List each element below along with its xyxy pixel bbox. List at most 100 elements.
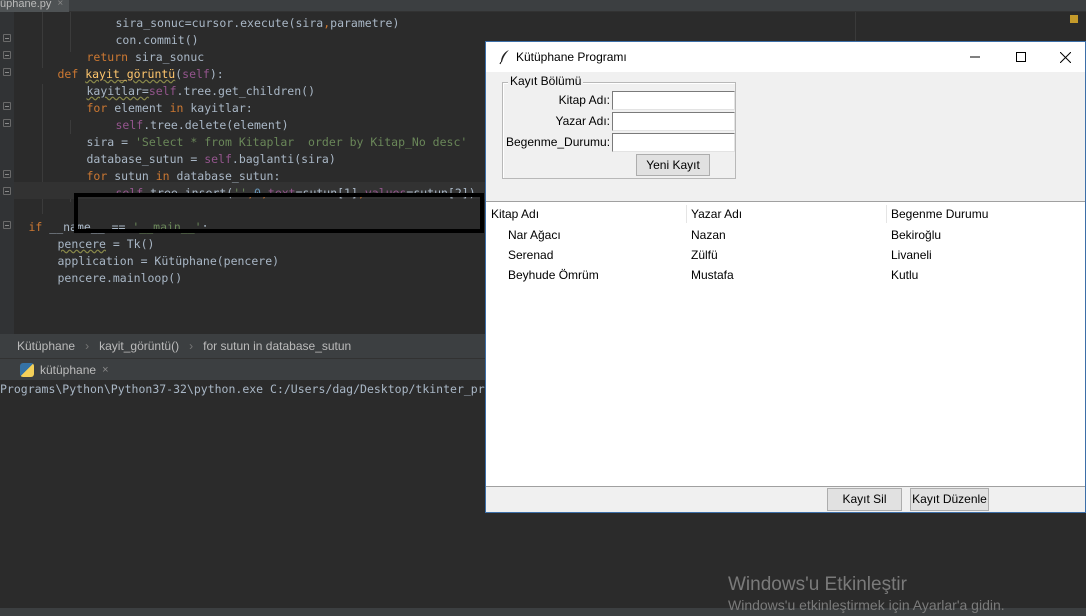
code-token: kayitlar= bbox=[86, 84, 149, 98]
table-row[interactable]: Nar Ağacı Nazan Bekiroğlu bbox=[486, 225, 1085, 245]
table-cell: Livaneli bbox=[891, 248, 932, 262]
kayit-bolumu-legend: Kayıt Bölümü bbox=[508, 74, 584, 88]
code-token: in bbox=[169, 101, 191, 115]
fold-icon[interactable] bbox=[3, 102, 11, 110]
code-line: application = Kütüphane(pencere) bbox=[58, 253, 280, 270]
table-cell: Zülfü bbox=[691, 248, 718, 262]
code-line: pencere.mainloop() bbox=[58, 270, 183, 287]
breadcrumb-item[interactable]: kayit_görüntü() bbox=[99, 334, 179, 358]
warning-marker-icon[interactable] bbox=[1070, 15, 1078, 23]
code-token: pencere bbox=[57, 237, 106, 251]
watermark-title: Windows'u Etkinleştir bbox=[728, 574, 907, 595]
fold-icon[interactable] bbox=[3, 119, 11, 127]
code-line: kayitlar=self.tree.get_children() bbox=[87, 83, 316, 100]
code-token: application = Kütüphane(pencere) bbox=[57, 254, 280, 268]
indent-guide bbox=[42, 12, 43, 68]
annotation-box bbox=[74, 193, 484, 233]
close-button[interactable] bbox=[1042, 42, 1086, 72]
table-cell: Nazan bbox=[691, 228, 726, 242]
fold-icon[interactable] bbox=[3, 68, 11, 76]
code-token: kayit_görüntü bbox=[85, 67, 176, 81]
breadcrumb-separator: › bbox=[85, 339, 90, 353]
yazar-adi-input[interactable] bbox=[612, 112, 735, 131]
table-cell: Nar Ağacı bbox=[508, 228, 561, 242]
feather-icon bbox=[499, 50, 509, 65]
code-token: if bbox=[28, 220, 50, 234]
indent-guide bbox=[70, 12, 71, 52]
column-header-begenme-durumu[interactable]: Begenme Durumu bbox=[886, 202, 1085, 226]
begenme-durumu-label: Begenme_Durumu: bbox=[506, 135, 611, 149]
table-cell: Bekiroğlu bbox=[891, 228, 942, 242]
fold-icon[interactable] bbox=[3, 187, 11, 195]
run-tab-kutuphane[interactable]: kütüphane × bbox=[12, 359, 117, 381]
kayit-duzenle-button[interactable]: Kayıt Düzenle bbox=[910, 488, 989, 511]
editor-tab-bar: üphane.py × bbox=[0, 0, 1086, 12]
code-token: .baglanti(sira) bbox=[231, 152, 336, 166]
code-line: sira_sonuc=cursor.execute(sira,parametre… bbox=[116, 15, 400, 32]
table-row[interactable]: Serenad Zülfü Livaneli bbox=[486, 245, 1085, 265]
code-token: ): bbox=[209, 67, 224, 81]
code-token: database_sutun: bbox=[176, 169, 281, 183]
minimize-button[interactable] bbox=[952, 42, 998, 72]
code-token: = Tk() bbox=[105, 237, 155, 251]
kayit-sil-button[interactable]: Kayıt Sil bbox=[827, 488, 902, 511]
console-output-line: Programs\Python\Python37-32\python.exe C… bbox=[0, 382, 485, 396]
code-token: in bbox=[155, 169, 177, 183]
code-line: for element in kayitlar: bbox=[87, 100, 253, 117]
kitap-treeview[interactable]: Kitap Adı Yazar Adı Begenme Durumu Nar A… bbox=[486, 201, 1085, 487]
table-row[interactable]: Beyhude Ömrüm Mustafa Kutlu bbox=[486, 265, 1085, 285]
breadcrumb-item[interactable]: for sutun in database_sutun bbox=[203, 334, 351, 358]
editor-tab-kutuphane-py[interactable]: üphane.py × bbox=[0, 0, 70, 12]
breadcrumb-separator: › bbox=[189, 339, 194, 353]
fold-icon[interactable] bbox=[3, 221, 11, 229]
begenme-durumu-input[interactable] bbox=[612, 133, 735, 152]
close-icon bbox=[1059, 51, 1071, 63]
window-titlebar[interactable]: Kütüphane Programı bbox=[486, 42, 1085, 72]
close-icon[interactable]: × bbox=[57, 0, 63, 9]
code-token: sira = bbox=[86, 135, 135, 149]
window-title: Kütüphane Programı bbox=[516, 50, 627, 64]
kitap-adi-input[interactable] bbox=[612, 91, 735, 110]
code-token: sira_sonuc=cursor.execute(sira bbox=[115, 16, 324, 30]
table-cell: Kutlu bbox=[891, 268, 919, 282]
code-token: sutun bbox=[114, 169, 156, 183]
code-line: for sutun in database_sutun: bbox=[87, 168, 281, 185]
minimize-icon bbox=[970, 56, 980, 58]
editor-gutter bbox=[0, 12, 14, 334]
code-token: sira_sonuc bbox=[134, 50, 205, 64]
maximize-icon bbox=[1016, 52, 1026, 62]
code-line: database_sutun = self.baglanti(sira) bbox=[87, 151, 336, 168]
breadcrumb-item[interactable]: Kütüphane bbox=[17, 334, 75, 358]
fold-icon[interactable] bbox=[3, 51, 11, 59]
column-header-kitap-adi[interactable]: Kitap Adı bbox=[486, 202, 686, 226]
fold-icon[interactable] bbox=[3, 34, 11, 42]
code-token: .tree.get_children() bbox=[176, 84, 315, 98]
treeview-header: Kitap Adı Yazar Adı Begenme Durumu bbox=[486, 202, 1085, 226]
indent-guide bbox=[70, 120, 71, 134]
code-token: con.commit() bbox=[115, 33, 199, 47]
code-line: con.commit() bbox=[116, 32, 199, 49]
close-icon[interactable]: × bbox=[102, 359, 108, 381]
editor-tab-label: üphane.py bbox=[0, 0, 52, 10]
fold-icon[interactable] bbox=[3, 170, 11, 178]
table-cell: Mustafa bbox=[691, 268, 734, 282]
kitap-adi-label: Kitap Adı: bbox=[558, 93, 610, 107]
code-token: self bbox=[148, 84, 177, 98]
table-cell: Beyhude Ömrüm bbox=[508, 268, 599, 282]
maximize-button[interactable] bbox=[998, 42, 1044, 72]
code-line: self.tree.delete(element) bbox=[116, 117, 289, 134]
yazar-adi-label: Yazar Adı: bbox=[555, 114, 610, 128]
code-token: for bbox=[86, 101, 115, 115]
activation-watermark: Windows'u Etkinleştir Windows'u etkinleş… bbox=[728, 574, 1005, 614]
python-icon bbox=[20, 363, 34, 377]
run-tab-label: kütüphane bbox=[40, 363, 97, 377]
yeni-kayit-button[interactable]: Yeni Kayıt bbox=[636, 154, 710, 176]
code-token: parametre) bbox=[330, 16, 400, 30]
code-token: self bbox=[115, 118, 144, 132]
table-cell: Serenad bbox=[508, 248, 554, 262]
code-line: sira = 'Select * from Kitaplar order by … bbox=[87, 134, 468, 151]
code-token: element bbox=[114, 101, 170, 115]
watermark-subtitle: Windows'u etkinleştirmek için Ayarlar'a … bbox=[728, 597, 1005, 613]
code-token: self bbox=[182, 67, 210, 81]
column-header-yazar-adi[interactable]: Yazar Adı bbox=[686, 202, 886, 226]
